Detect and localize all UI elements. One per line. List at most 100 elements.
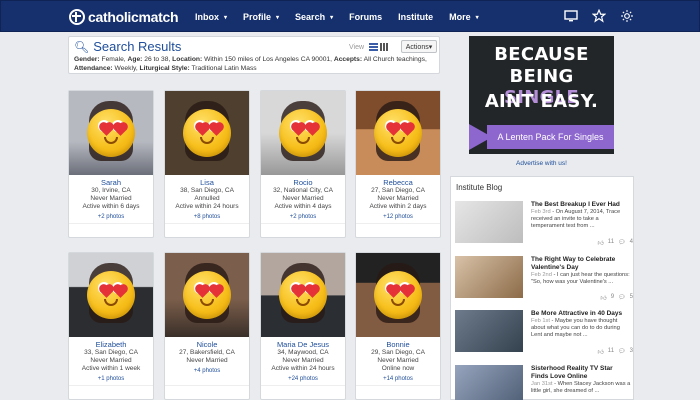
nav-forums[interactable]: Forums [341,1,390,33]
profile-photo-count[interactable]: +2 photos [261,214,345,220]
profile-location: 27, San Diego, CA [371,187,425,194]
profile-photo[interactable] [261,91,345,175]
profile-status: Annulled [194,195,220,202]
profile-photo[interactable] [69,253,153,337]
blog-item[interactable]: The Best Breakup I Ever Had Feb 3rd - On… [455,201,633,251]
nav-search[interactable]: Search ▾ [287,1,341,33]
profile-name[interactable]: Rebecca [356,178,440,187]
emoji-mouth [391,299,405,306]
profile-card-sarah[interactable]: Sarah 30, Irvine, CA Never Married Activ… [68,90,154,238]
search-results-panel: 🔍︎ Search Results Gender: Female, Age: 2… [68,36,440,74]
profile-activity: Active within 4 days [274,203,332,210]
card-footer [356,385,440,399]
search-icon: 🔍︎ [74,39,90,54]
profile-card-rebecca[interactable]: Rebecca 27, San Diego, CA Never Married … [355,90,441,238]
profile-status: Never Married [282,195,324,202]
blog-item[interactable]: Sisterhood Reality TV Star Finds Love On… [455,365,633,400]
card-footer [356,223,440,237]
profile-card-bonnie[interactable]: Bonnie 29, San Diego, CA Never Married O… [355,252,441,400]
blog-thumbnail[interactable] [455,256,523,298]
blog-item-title[interactable]: The Right Way to Celebrate Valentine's D… [531,256,631,272]
profile-photo-count[interactable]: +2 photos [69,214,153,220]
profile-photo-count[interactable]: +4 photos [165,368,249,374]
profile-photo-count[interactable]: +24 photos [261,376,345,382]
blog-thumbnail[interactable] [455,201,523,243]
profile-card-elizabeth[interactable]: Elizabeth 33, San Diego, CA Never Marrie… [68,252,154,400]
ad-band-text: A Lenten Pack For Singles [487,125,614,149]
profile-activity: Online now [381,365,415,372]
profile-card-rocio[interactable]: Rocio 32, National City, CA Never Marrie… [260,90,346,238]
thumbs-up-icon: 👍︎ [597,350,604,356]
heart-icon [401,285,414,298]
blog-item-title[interactable]: The Best Breakup I Ever Had [531,201,631,209]
profile-photo[interactable] [69,91,153,175]
nav-inbox[interactable]: Inbox ▾ [187,1,235,33]
profile-photo[interactable] [165,253,249,337]
profile-name[interactable]: Bonnie [356,340,440,349]
criteria-accepts: All Church teachings, [363,56,427,63]
heart-icon [306,123,319,136]
profile-photo[interactable] [165,91,249,175]
profile-info: Elizabeth 33, San Diego, CA Never Marrie… [69,338,153,382]
profile-name[interactable]: Sarah [69,178,153,187]
profile-info: Bonnie 29, San Diego, CA Never Married O… [356,338,440,382]
nav-institute[interactable]: Institute [390,1,441,33]
blog-stats: 👍︎ 9 💬︎ 5 [569,294,633,302]
profile-name[interactable]: Elizabeth [69,340,153,349]
heart-icon [114,285,127,298]
profile-name[interactable]: Lisa [165,178,249,187]
profile-card-maria-de-jesus[interactable]: Maria De Jesus 34, Maywood, CA Never Mar… [260,252,346,400]
nav-more[interactable]: More ▾ [441,1,487,33]
star-icon[interactable] [591,8,607,24]
advertise-link[interactable]: Advertise with us! [469,160,614,167]
brand-logo[interactable]: catholicmatch [69,8,179,26]
profile-name[interactable]: Nicole [165,340,249,349]
blog-stats: 👍︎ 11 💬︎ 3 [569,348,633,356]
profile-location: 34, Maywood, CA [277,349,329,356]
nav-forums-label: Forums [349,12,383,22]
profile-activity: Active within 1 week [81,365,141,372]
profile-photo-count[interactable]: +12 photos [356,214,440,220]
profile-photo-count[interactable]: +1 photos [69,376,153,382]
blog-item-body: Feb 2nd - I can just hear the questions:… [531,272,631,286]
comment-icon: 💬︎ [618,295,626,301]
list-view-icon[interactable] [369,43,378,51]
blog-item-date: Jan 31st [531,381,553,387]
blog-item-date: Feb 1st [531,318,550,324]
criteria-liturgical-label: Liturgical Style: [139,65,190,72]
blog-item-title[interactable]: Sisterhood Reality TV Star Finds Love On… [531,365,631,381]
blog-thumbnail[interactable] [455,310,523,352]
nav-search-label: Search [295,12,326,22]
profile-name[interactable]: Maria De Jesus [261,340,345,349]
profile-activity: Active within 24 hours [175,203,239,210]
heart-icon [100,123,113,136]
criteria-attendance: Weekly, [114,65,138,72]
nav-inbox-label: Inbox [195,12,219,22]
blog-item-title[interactable]: Be More Attractive in 40 Days [531,310,631,318]
monitor-icon[interactable] [563,8,579,24]
profile-photo-count[interactable]: +14 photos [356,376,440,382]
actions-button[interactable]: Actions▾ [401,40,437,53]
profile-status: Never Married [377,195,419,202]
blog-item[interactable]: The Right Way to Celebrate Valentine's D… [455,256,633,306]
profile-photo[interactable] [261,253,345,337]
heart-icon [387,123,400,136]
profile-info: Rocio 32, National City, CA Never Marrie… [261,176,345,220]
heart-icon [100,285,113,298]
profile-card-nicole[interactable]: Nicole 27, Bakersfield, CA Never Married… [164,252,250,400]
profile-card-lisa[interactable]: Lisa 38, San Diego, CA Annulled Active w… [164,90,250,238]
profile-photo[interactable] [356,253,440,337]
criteria-location: Within 150 miles of Los Angeles CA 90001… [204,56,332,63]
lenten-pack-ad[interactable]: BECAUSE BEING SINGLE AINT EASY. A Lenten… [469,36,614,154]
profile-name[interactable]: Rocio [261,178,345,187]
card-footer [165,385,249,399]
comment-icon: 💬︎ [618,240,626,246]
grid-view-icon[interactable] [380,43,388,51]
blog-like-count: 9 [610,294,615,300]
profile-photo[interactable] [356,91,440,175]
gear-icon[interactable] [619,8,635,24]
nav-profile[interactable]: Profile ▾ [235,1,287,33]
profile-photo-count[interactable]: +8 photos [165,214,249,220]
blog-item[interactable]: Be More Attractive in 40 Days Feb 1st - … [455,310,633,360]
blog-thumbnail[interactable] [455,365,523,400]
